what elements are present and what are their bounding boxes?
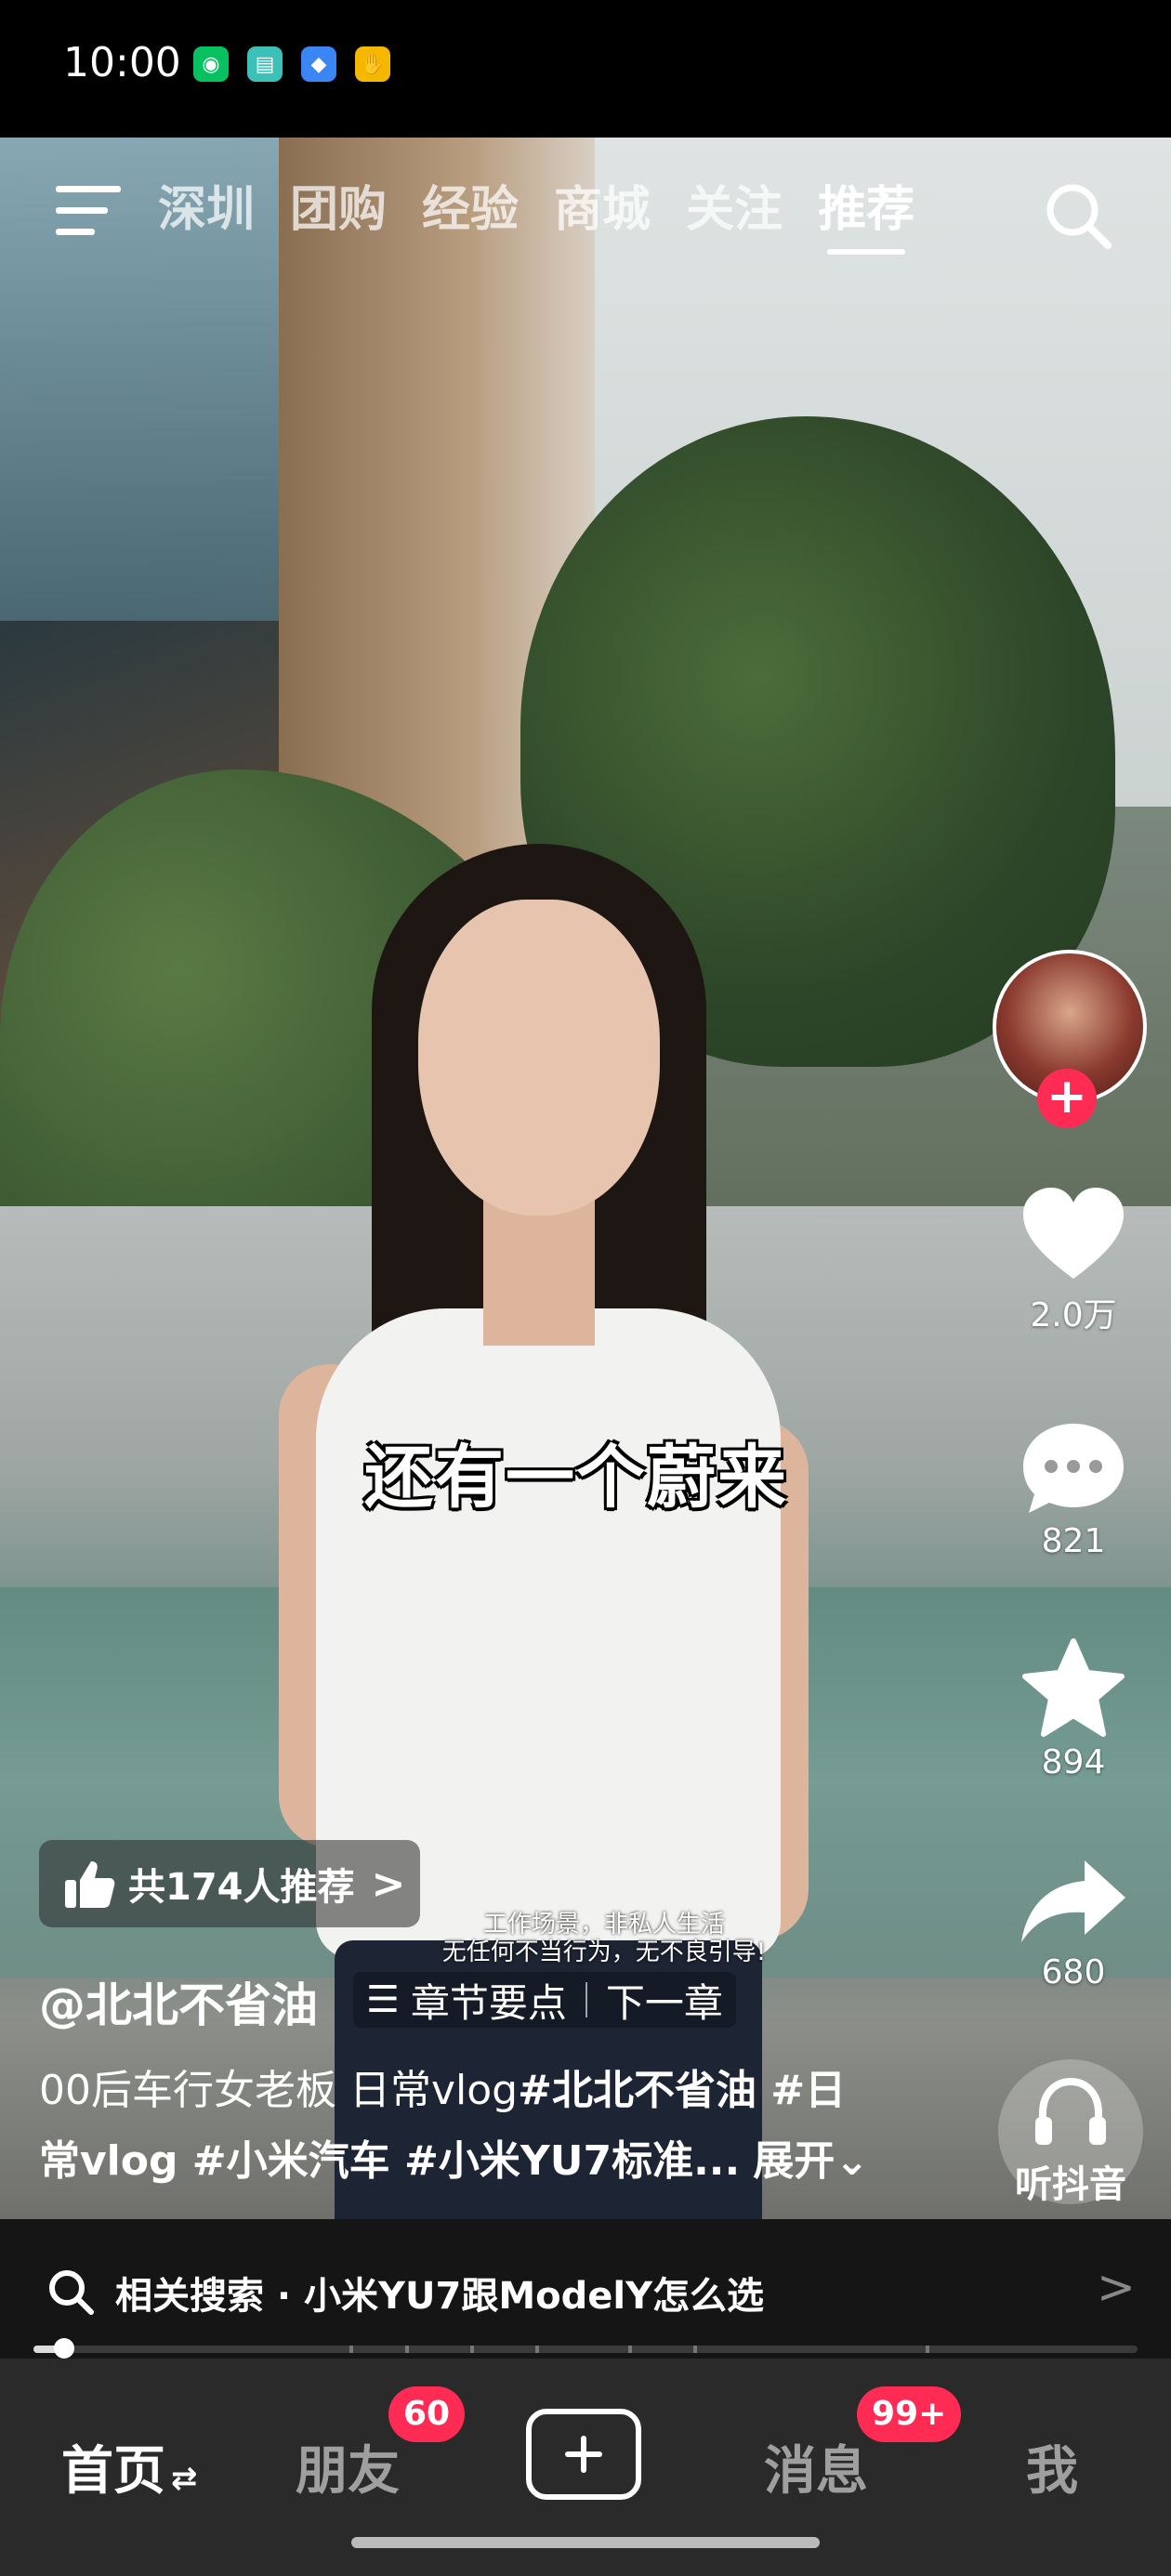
video-description: 00后车行女老板 日常vlog#北北不省油 #日常vlog #小米汽车 #小米Y… (39, 2056, 875, 2197)
message-icon: ▤ (247, 46, 283, 82)
switch-icon: ⇄ (171, 2460, 198, 2497)
chapter-label[interactable]: 章节要点 (411, 1972, 567, 2029)
wechat-icon: ◉ (193, 46, 229, 82)
share-button[interactable]: 680 (985, 1855, 1162, 1991)
share-arrow-icon (1021, 1860, 1125, 1942)
messages-badge: 99+ (857, 2386, 962, 2442)
search-icon[interactable] (1043, 180, 1113, 251)
home-indicator (351, 2537, 820, 2548)
video-caption: 还有一个蔚来 (364, 1438, 788, 1518)
favorite-button[interactable]: 894 (985, 1637, 1162, 1781)
friends-badge: 60 (388, 2386, 466, 2442)
chapter-bar[interactable]: ☰ 章节要点 下一章 (353, 1972, 736, 2028)
browser-icon: ◆ (301, 46, 336, 82)
author-name[interactable]: @北北不省油 (39, 1968, 318, 2035)
tab-recommend[interactable]: 推荐 (818, 177, 914, 255)
video-disclaimer: 工作场景，非私人生活 无任何不当行为，无不良引导! (437, 1911, 771, 1966)
follow-plus-icon[interactable]: + (1037, 1069, 1097, 1128)
progress-knob[interactable] (53, 2338, 74, 2359)
menu-icon[interactable] (56, 182, 125, 240)
nav-messages[interactable]: 消息 (764, 2429, 868, 2504)
favorite-count: 894 (1041, 1743, 1106, 1781)
listen-label[interactable]: 听抖音 (987, 2154, 1154, 2208)
recommend-pill[interactable]: 共174人推荐 > (39, 1840, 420, 1927)
disclaimer-line-2: 无任何不当行为，无不良引导! (441, 1939, 767, 1966)
star-icon (1022, 1638, 1125, 1737)
nav-me[interactable]: 我 (1026, 2429, 1078, 2504)
expand-button[interactable]: 展开⌄ (753, 2137, 869, 2185)
nav-friends[interactable]: 朋友 (296, 2429, 400, 2504)
status-notification-icons: ◉ ▤ ◆ ✋ (193, 46, 390, 82)
chapter-list-icon: ☰ (366, 1978, 400, 2021)
comment-count: 821 (1041, 1522, 1106, 1560)
comment-button[interactable]: 821 (985, 1420, 1162, 1560)
top-tabs: 深圳 团购 经验 商城 关注 推荐 (158, 177, 950, 255)
thumbs-up-icon (65, 1861, 115, 1908)
chevron-right-icon: > (1097, 2260, 1136, 2314)
tab-shenzhen[interactable]: 深圳 (158, 177, 255, 243)
author-avatar-wrap[interactable]: + (993, 950, 1147, 1128)
description-text: 00后车行女老板 日常vlog (39, 2067, 519, 2114)
related-search-text[interactable]: 相关搜索 · 小米YU7跟ModelY怎么选 (115, 2266, 764, 2320)
status-time: 10:00 (63, 39, 181, 86)
recommend-label: 共174人推荐 (128, 1866, 355, 1909)
like-button[interactable]: 2.0万 (985, 1186, 1162, 1336)
disclaimer-line-1: 工作场景，非私人生活 (482, 1911, 725, 1939)
create-plus-button[interactable] (526, 2409, 641, 2500)
related-search-icon (49, 2270, 94, 2315)
tab-group-buy[interactable]: 团购 (290, 177, 387, 243)
chapter-divider (585, 1982, 587, 2017)
video-progress-bar[interactable] (33, 2338, 1138, 2359)
tab-following[interactable]: 关注 (686, 177, 783, 243)
status-bar: 10:00 ◉ ▤ ◆ ✋ (0, 0, 1171, 138)
heart-icon (1023, 1188, 1124, 1279)
hand-icon: ✋ (355, 46, 390, 82)
share-count: 680 (1041, 1953, 1106, 1991)
next-chapter-button[interactable]: 下一章 (606, 1972, 723, 2029)
tab-mall[interactable]: 商城 (554, 177, 651, 243)
like-count: 2.0万 (1030, 1296, 1117, 1334)
comment-icon (1023, 1424, 1124, 1513)
recommend-chevron-icon: > (371, 1860, 406, 1908)
nav-home[interactable]: 首页 ⇄ (61, 2429, 198, 2504)
chevron-down-icon: ⌄ (835, 2137, 870, 2185)
tab-experience[interactable]: 经验 (422, 177, 519, 243)
top-nav: 深圳 团购 经验 商城 关注 推荐 (0, 177, 1171, 255)
